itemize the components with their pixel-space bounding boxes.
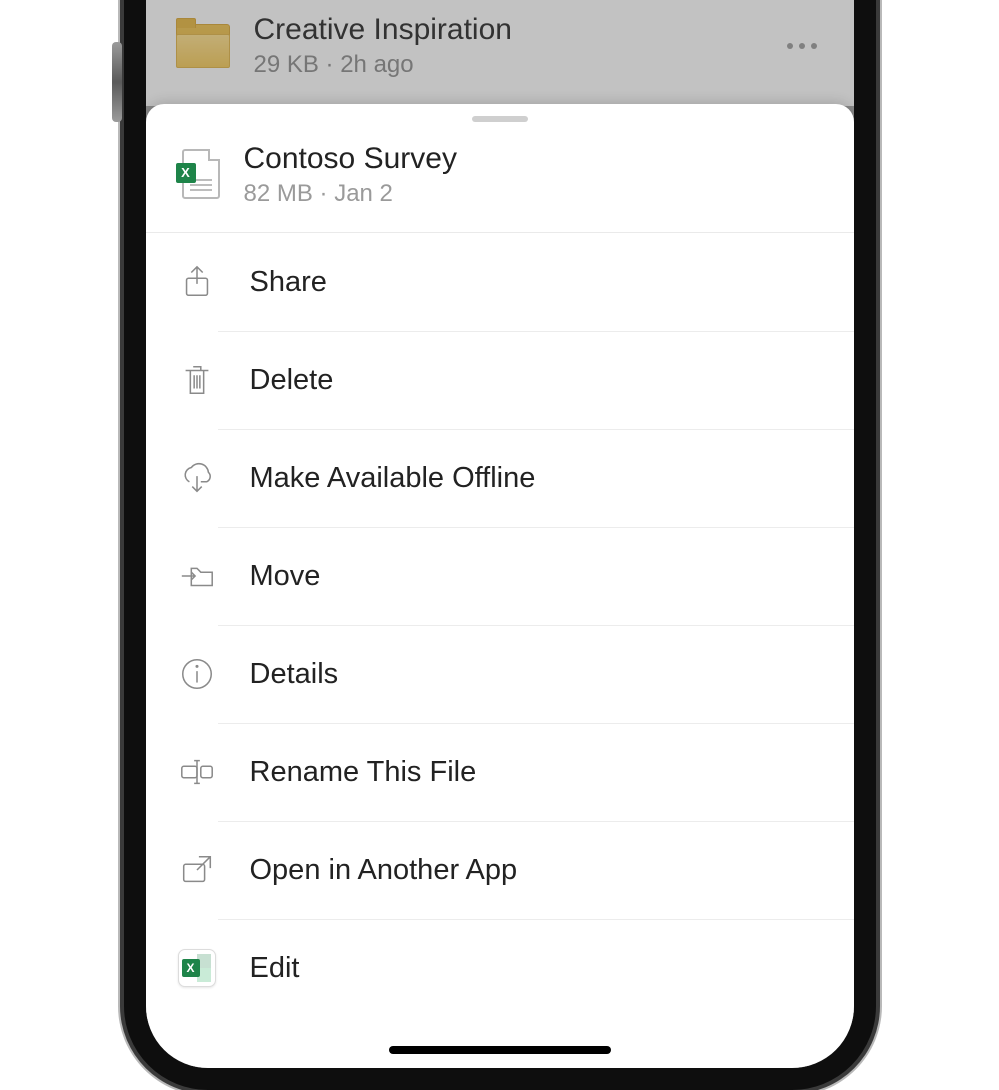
sheet-file-meta: 82 MB · Jan 2 [244, 180, 457, 208]
trash-icon [176, 359, 218, 401]
action-label: Make Available Offline [218, 429, 854, 527]
action-label: Share [218, 233, 854, 331]
folder-icon [176, 24, 230, 68]
move-folder-icon [176, 555, 218, 597]
action-label: Move [218, 527, 854, 625]
excel-file-icon: X [176, 149, 220, 201]
action-sheet: X Contoso Survey 82 MB · Jan 2 Share [146, 104, 854, 1068]
action-label: Rename This File [218, 723, 854, 821]
action-label: Delete [218, 331, 854, 429]
folder-meta: 29 KB · 2h ago [254, 51, 784, 79]
action-rename[interactable]: Rename This File [176, 723, 854, 821]
info-icon [176, 653, 218, 695]
action-open-in-another-app[interactable]: Open in Another App [176, 821, 854, 919]
phone-side-button [112, 42, 122, 122]
action-details[interactable]: Details [176, 625, 854, 723]
action-list: Share Delete Make Available Offline [146, 233, 854, 1017]
more-icon[interactable] [784, 41, 824, 52]
action-edit[interactable]: Edit [176, 919, 854, 1017]
action-label: Details [218, 625, 854, 723]
rename-icon [176, 751, 218, 793]
sheet-header: X Contoso Survey 82 MB · Jan 2 [146, 132, 854, 233]
home-indicator[interactable] [389, 1046, 611, 1054]
action-delete[interactable]: Delete [176, 331, 854, 429]
action-label: Open in Another App [218, 821, 854, 919]
folder-row-creative-inspiration[interactable]: Creative Inspiration 29 KB · 2h ago [146, 0, 854, 106]
action-label: Edit [218, 919, 854, 1017]
sheet-file-name: Contoso Survey [244, 142, 457, 176]
sheet-grabber[interactable] [472, 116, 528, 122]
phone-screen: Creative Inspiration 29 KB · 2h ago [146, 0, 854, 1068]
folder-name: Creative Inspiration [254, 13, 784, 47]
action-share[interactable]: Share [176, 233, 854, 331]
phone-frame: Creative Inspiration 29 KB · 2h ago [124, 0, 876, 1090]
cloud-download-icon [176, 457, 218, 499]
action-move[interactable]: Move [176, 527, 854, 625]
excel-app-icon [176, 947, 218, 989]
share-icon [176, 261, 218, 303]
action-make-available-offline[interactable]: Make Available Offline [176, 429, 854, 527]
open-external-icon [176, 849, 218, 891]
